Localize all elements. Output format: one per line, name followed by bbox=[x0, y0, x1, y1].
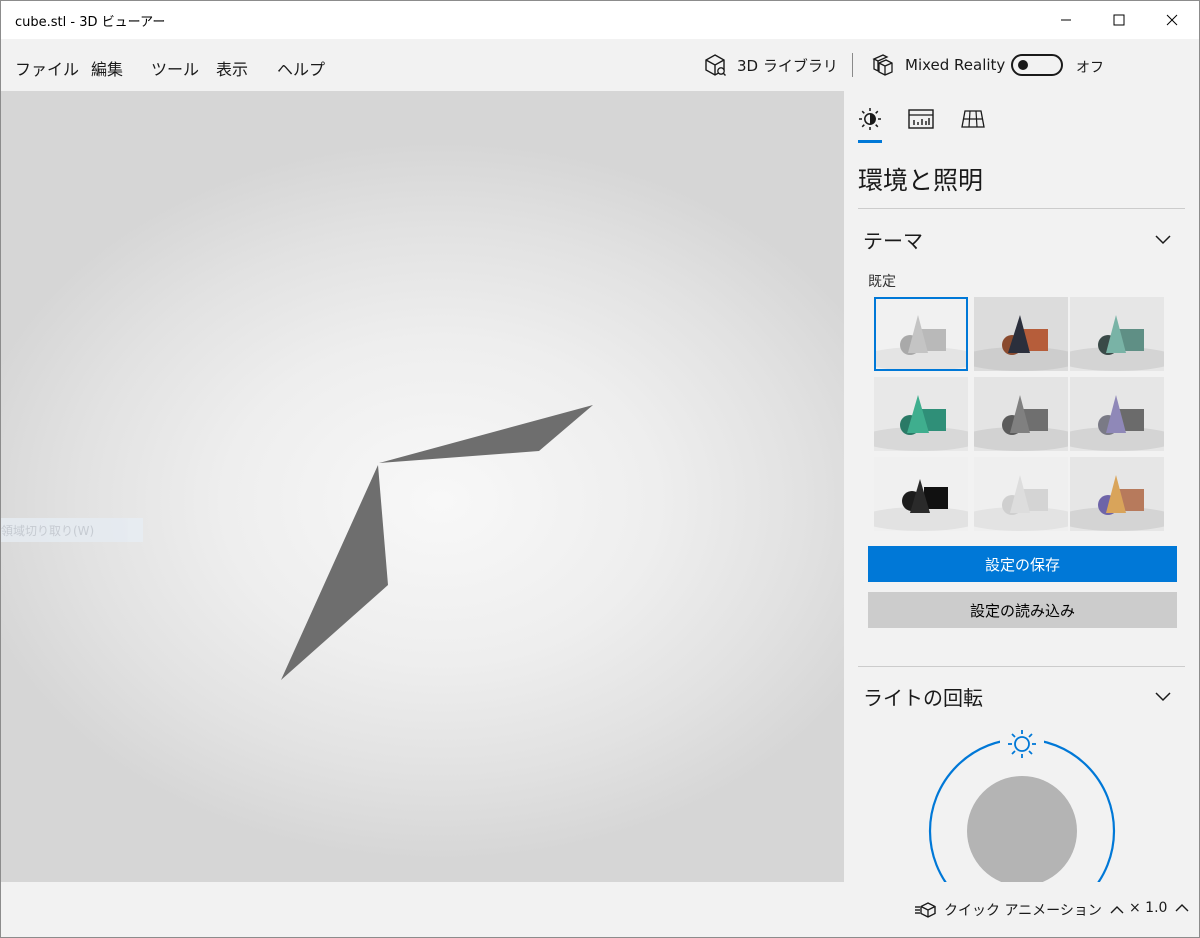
minimize-button[interactable] bbox=[1039, 1, 1093, 39]
chevron-down-icon[interactable] bbox=[1154, 690, 1172, 702]
menu-tools[interactable]: ツール bbox=[151, 56, 199, 80]
ghost-context-menu: 領域切り取り(W) bbox=[1, 518, 143, 542]
theme-sub-label: 既定 bbox=[868, 274, 896, 290]
mixed-reality-button[interactable]: Mixed Reality bbox=[871, 52, 1005, 78]
chevron-up-icon[interactable] bbox=[1175, 903, 1189, 913]
light-rotation-control[interactable] bbox=[914, 719, 1134, 882]
theme-preview bbox=[874, 297, 968, 371]
maximize-icon bbox=[1113, 14, 1125, 26]
menu-separator bbox=[852, 53, 853, 77]
theme-gold-purple[interactable] bbox=[1070, 457, 1164, 531]
quick-animation-label: クイック アニメーション bbox=[944, 903, 1102, 919]
theme-preview bbox=[974, 297, 1068, 371]
tab-environment-lighting[interactable] bbox=[856, 105, 884, 133]
theme-grid bbox=[874, 297, 1168, 533]
theme-dark-gray[interactable] bbox=[974, 377, 1068, 451]
stats-icon bbox=[908, 109, 934, 129]
theme-dark-orange[interactable] bbox=[974, 297, 1068, 371]
menu-file[interactable]: ファイル bbox=[15, 56, 79, 80]
chevron-up-icon[interactable] bbox=[1110, 905, 1124, 915]
sun-icon bbox=[859, 108, 881, 130]
save-settings-button[interactable]: 設定の保存 bbox=[868, 546, 1177, 582]
theme-preview bbox=[874, 457, 968, 531]
animation-speed-button[interactable]: × 1.0 bbox=[1129, 900, 1189, 916]
speed-label: × 1.0 bbox=[1129, 900, 1168, 916]
theme-preview bbox=[1070, 377, 1164, 451]
tab-stats[interactable] bbox=[907, 105, 935, 133]
theme-green-teal[interactable] bbox=[874, 377, 968, 451]
3d-library-label: 3D ライブラリ bbox=[737, 56, 838, 75]
animation-icon bbox=[915, 902, 936, 918]
toggle-state-label: オフ bbox=[1076, 60, 1104, 76]
quick-animation-button[interactable]: クイック アニメーション bbox=[914, 900, 1124, 920]
environment-panel: 環境と照明 テーマ 既定 設定の保存 設定の読み込み ライトの回転 bbox=[844, 91, 1199, 882]
toggle-knob bbox=[1018, 60, 1028, 70]
close-button[interactable] bbox=[1145, 1, 1199, 39]
tab-grid[interactable] bbox=[959, 105, 987, 133]
load-settings-button[interactable]: 設定の読み込み bbox=[868, 592, 1177, 628]
mixed-reality-toggle[interactable] bbox=[1011, 54, 1063, 76]
theme-preview bbox=[1070, 297, 1164, 371]
app-window: cube.stl - 3D ビューアー ファイル 編集 ツール 表示 ヘルプ 3… bbox=[0, 0, 1200, 938]
3d-library-button[interactable]: 3D ライブラリ bbox=[703, 52, 838, 78]
window-title: cube.stl - 3D ビューアー bbox=[15, 15, 166, 30]
mixed-reality-icon bbox=[872, 54, 893, 76]
bottom-bar: クイック アニメーション × 1.0 bbox=[1, 882, 1199, 937]
model-face-upper bbox=[379, 405, 593, 463]
light-preview-sphere bbox=[967, 776, 1077, 882]
theme-preview bbox=[974, 377, 1068, 451]
theme-preview bbox=[874, 377, 968, 451]
theme-preview bbox=[974, 457, 1068, 531]
section-divider bbox=[858, 666, 1185, 667]
theme-default-gray[interactable] bbox=[874, 297, 968, 371]
menu-view[interactable]: 表示 bbox=[216, 56, 248, 80]
3d-model[interactable] bbox=[1, 91, 844, 882]
theme-section-header[interactable]: テーマ bbox=[863, 225, 923, 254]
tab-selected-indicator bbox=[858, 140, 882, 143]
mixed-reality-label: Mixed Reality bbox=[905, 56, 1006, 74]
menu-bar: ファイル 編集 ツール 表示 ヘルプ 3D ライブラリ Mixed Realit… bbox=[1, 39, 1199, 91]
3d-viewport[interactable]: 領域切り取り(W) bbox=[1, 91, 844, 882]
panel-title: 環境と照明 bbox=[858, 166, 984, 195]
theme-black[interactable] bbox=[874, 457, 968, 531]
theme-white[interactable] bbox=[974, 457, 1068, 531]
title-bar: cube.stl - 3D ビューアー bbox=[1, 1, 1199, 39]
section-divider bbox=[858, 208, 1185, 209]
theme-preview bbox=[1070, 457, 1164, 531]
theme-teal-dark[interactable] bbox=[1070, 297, 1164, 371]
light-rotation-header[interactable]: ライトの回転 bbox=[863, 682, 983, 711]
close-icon bbox=[1166, 14, 1178, 26]
chevron-down-icon[interactable] bbox=[1154, 233, 1172, 245]
3d-library-icon bbox=[705, 54, 726, 76]
maximize-button[interactable] bbox=[1092, 1, 1146, 39]
model-face-lower bbox=[281, 465, 388, 680]
grid-icon bbox=[961, 110, 985, 128]
menu-edit[interactable]: 編集 bbox=[91, 56, 123, 80]
ghost-menu-text: 領域切り取り(W) bbox=[1, 524, 95, 538]
theme-purple[interactable] bbox=[1070, 377, 1164, 451]
menu-help[interactable]: ヘルプ bbox=[277, 56, 325, 80]
minimize-icon bbox=[1061, 19, 1071, 21]
